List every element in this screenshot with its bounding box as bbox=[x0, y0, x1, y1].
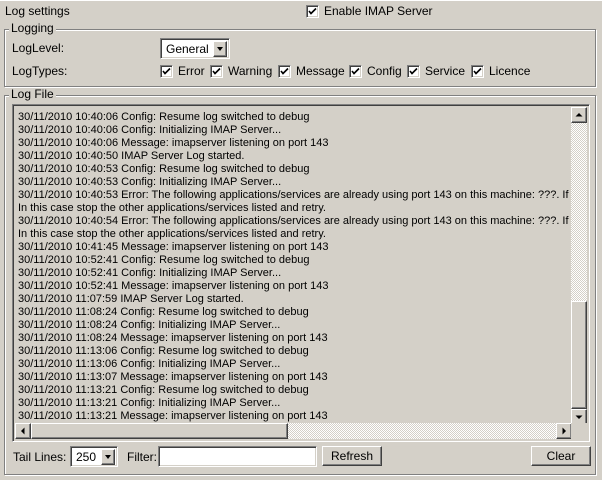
log-line: 30/11/2010 11:13:06 Config: Resume log s… bbox=[18, 345, 309, 357]
logtype-licence-label: Licence bbox=[489, 64, 531, 78]
checkbox-box[interactable] bbox=[407, 64, 420, 78]
scroll-up-button[interactable] bbox=[571, 107, 587, 123]
arrow-down-icon bbox=[575, 415, 583, 419]
check-icon bbox=[473, 67, 482, 75]
loglevel-select[interactable]: General bbox=[160, 38, 230, 59]
logtype-warning-checkbox[interactable]: Warning bbox=[210, 64, 272, 78]
check-icon bbox=[162, 67, 171, 75]
tail-lines-label: Tail Lines: bbox=[13, 450, 67, 464]
window-top-edge bbox=[0, 0, 602, 1]
log-line: 30/11/2010 10:40:54 Error: The following… bbox=[18, 215, 572, 227]
vertical-scrollbar[interactable] bbox=[571, 107, 587, 425]
log-line: In this case stop the other applications… bbox=[18, 202, 326, 214]
log-line: 30/11/2010 11:08:24 Message: imapserver … bbox=[18, 332, 328, 344]
log-line: 30/11/2010 11:13:21 Message: imapserver … bbox=[18, 410, 328, 422]
scroll-left-button[interactable] bbox=[15, 423, 31, 439]
log-line: 30/11/2010 10:41:45 Message: imapserver … bbox=[18, 241, 329, 253]
check-icon bbox=[409, 67, 418, 75]
chevron-down-icon bbox=[105, 455, 111, 459]
check-icon bbox=[308, 7, 317, 15]
log-line: 30/11/2010 11:08:24 Config: Resume log s… bbox=[18, 306, 309, 318]
tail-lines-value: 250 bbox=[76, 450, 97, 464]
logging-group-label: Logging bbox=[9, 21, 56, 35]
chevron-down-icon bbox=[217, 47, 223, 51]
checkbox-box[interactable] bbox=[306, 4, 319, 18]
refresh-button[interactable]: Refresh bbox=[322, 446, 382, 466]
logtype-warning-label: Warning bbox=[228, 64, 273, 78]
logtype-service-checkbox[interactable]: Service bbox=[407, 64, 465, 78]
log-line: 30/11/2010 10:40:53 Error: The following… bbox=[18, 189, 572, 201]
scroll-right-button[interactable] bbox=[556, 423, 572, 439]
log-line: In this case stop the other applications… bbox=[18, 228, 326, 240]
logtype-config-checkbox[interactable]: Config bbox=[349, 64, 402, 78]
log-line: 30/11/2010 10:40:53 Config: Initializing… bbox=[18, 176, 282, 188]
log-line: 30/11/2010 11:13:21 Config: Resume log s… bbox=[18, 384, 309, 396]
check-icon bbox=[212, 67, 221, 75]
vertical-scroll-thumb[interactable] bbox=[571, 301, 587, 409]
enable-imap-label: Enable IMAP Server bbox=[324, 4, 433, 18]
check-icon bbox=[280, 67, 289, 75]
log-file-group-label: Log File bbox=[9, 87, 56, 101]
loglevel-label: LogLevel: bbox=[12, 41, 65, 55]
checkbox-box[interactable] bbox=[471, 64, 484, 78]
logtype-config-label: Config bbox=[367, 64, 402, 78]
logtype-service-label: Service bbox=[425, 64, 466, 78]
tail-lines-dropdown-button[interactable] bbox=[101, 449, 115, 465]
arrow-up-icon bbox=[575, 113, 583, 117]
arrow-right-icon bbox=[562, 427, 566, 435]
loglevel-value: General bbox=[166, 42, 209, 56]
log-line: 30/11/2010 10:40:06 Config: Resume log s… bbox=[18, 111, 310, 123]
log-viewer[interactable]: 30/11/2010 10:40:06 Config: Resume log s… bbox=[12, 104, 590, 442]
logtype-message-label: Message bbox=[296, 64, 345, 78]
logging-group bbox=[4, 29, 596, 87]
logtypes-label: LogTypes: bbox=[12, 64, 68, 78]
scrollbar-corner bbox=[571, 423, 587, 439]
log-settings-title: Log settings bbox=[5, 4, 70, 18]
logtype-error-label: Error bbox=[178, 64, 205, 78]
log-line: 30/11/2010 10:52:41 Config: Resume log s… bbox=[18, 254, 310, 266]
log-line: 30/11/2010 10:40:50 IMAP Server Log star… bbox=[18, 150, 245, 162]
checkbox-box[interactable] bbox=[210, 64, 223, 78]
clear-button[interactable]: Clear bbox=[531, 446, 591, 466]
checkbox-box[interactable] bbox=[349, 64, 362, 78]
filter-input[interactable] bbox=[159, 447, 316, 466]
log-line: 30/11/2010 10:40:06 Config: Initializing… bbox=[18, 124, 282, 136]
enable-imap-checkbox[interactable]: Enable IMAP Server bbox=[306, 4, 433, 18]
tail-lines-select[interactable]: 250 bbox=[70, 446, 118, 467]
arrow-left-icon bbox=[21, 427, 25, 435]
checkbox-box[interactable] bbox=[278, 64, 291, 78]
loglevel-dropdown-button[interactable] bbox=[213, 41, 227, 57]
log-line: 30/11/2010 10:40:53 Config: Resume log s… bbox=[18, 163, 310, 175]
log-line: 30/11/2010 10:40:06 Message: imapserver … bbox=[18, 137, 329, 149]
log-line: 30/11/2010 10:52:41 Message: imapserver … bbox=[18, 280, 329, 292]
logtype-error-checkbox[interactable]: Error bbox=[160, 64, 205, 78]
horizontal-scrollbar[interactable] bbox=[15, 423, 572, 439]
log-line: 30/11/2010 11:07:59 IMAP Server Log star… bbox=[18, 293, 244, 305]
filter-label: Filter: bbox=[127, 450, 157, 464]
log-line: 30/11/2010 11:13:21 Config: Initializing… bbox=[18, 397, 281, 409]
logtype-message-checkbox[interactable]: Message bbox=[278, 64, 345, 78]
log-line: 30/11/2010 11:13:06 Config: Initializing… bbox=[18, 358, 281, 370]
checkbox-box[interactable] bbox=[160, 64, 173, 78]
log-line: 30/11/2010 11:13:07 Message: imapserver … bbox=[18, 371, 328, 383]
horizontal-scroll-thumb[interactable] bbox=[31, 423, 288, 439]
log-text-area[interactable]: 30/11/2010 10:40:06 Config: Resume log s… bbox=[15, 107, 572, 425]
log-line: 30/11/2010 11:08:24 Config: Initializing… bbox=[18, 319, 281, 331]
check-icon bbox=[351, 67, 360, 75]
logtype-licence-checkbox[interactable]: Licence bbox=[471, 64, 530, 78]
filter-input-wrapper[interactable] bbox=[158, 446, 317, 467]
log-line: 30/11/2010 10:52:41 Config: Initializing… bbox=[18, 267, 282, 279]
